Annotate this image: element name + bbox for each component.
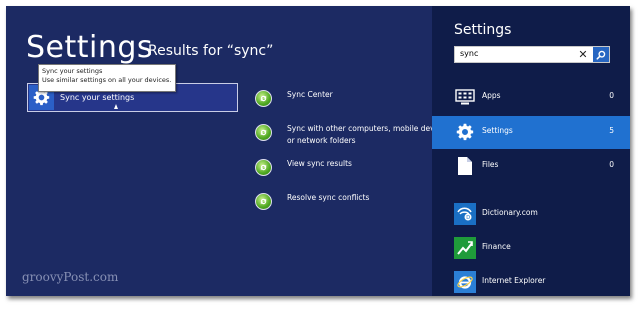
page-title: Settings: [26, 30, 154, 65]
sync-result-label: Resolve sync conflicts: [287, 193, 370, 202]
apps-icon: [454, 86, 476, 108]
app-label: Internet Explorer: [482, 276, 546, 285]
result-sync-center[interactable]: Sync Center: [255, 90, 333, 107]
app-dictionary[interactable]: D Dictionary.com: [432, 198, 630, 231]
category-apps[interactable]: Apps 0: [432, 81, 630, 114]
category-settings[interactable]: Settings 5: [432, 116, 630, 149]
finance-icon: [454, 237, 476, 259]
tooltip: Sync your settings Use similar settings …: [38, 64, 176, 92]
dictionary-icon: D: [454, 203, 476, 225]
category-files[interactable]: Files 0: [432, 150, 630, 183]
tooltip-title: Sync your settings: [42, 67, 103, 75]
sync-result-label: View sync results: [287, 159, 352, 168]
result-view-sync-results[interactable]: View sync results: [255, 159, 352, 176]
search-charm-pane: Settings sync ✕ Apps 0 Settings 5 Files …: [432, 6, 630, 296]
app-label: Finance: [482, 242, 511, 251]
gear-icon: [454, 121, 476, 143]
search-input-value[interactable]: sync: [460, 49, 478, 58]
watermark: groovyPost.com: [22, 270, 119, 284]
sync-result-label: Sync Center: [287, 90, 333, 99]
internet-explorer-icon: [454, 271, 476, 293]
sync-icon: [255, 159, 272, 176]
category-label: Settings: [482, 126, 513, 135]
close-icon[interactable]: ✕: [576, 48, 590, 62]
tooltip-description: Use similar settings on all your devices…: [42, 76, 172, 84]
category-label: Files: [482, 160, 499, 169]
search-input[interactable]: sync ✕: [454, 46, 610, 63]
result-label: Sync your settings: [60, 93, 135, 102]
sync-result-label: Sync with other computers, mobile devi o…: [287, 124, 437, 145]
file-icon: [454, 155, 476, 177]
result-sync-with-other-computers[interactable]: Sync with other computers, mobile devi o…: [255, 124, 437, 147]
sync-icon: [255, 193, 272, 210]
category-count: 5: [609, 126, 614, 135]
category-count: 0: [609, 160, 614, 169]
category-label: Apps: [482, 91, 501, 100]
sync-icon: [255, 90, 272, 107]
sync-icon: [255, 124, 272, 141]
app-label: Dictionary.com: [482, 208, 538, 217]
charm-title: Settings: [454, 22, 512, 38]
search-icon[interactable]: [593, 47, 609, 62]
app-finance[interactable]: Finance: [432, 232, 630, 265]
app-internet-explorer[interactable]: Internet Explorer: [432, 266, 630, 296]
results-for-label: Results for “sync”: [148, 43, 274, 59]
result-resolve-sync-conflicts[interactable]: Resolve sync conflicts: [255, 193, 369, 210]
svg-text:D: D: [466, 215, 470, 221]
search-screen: Settings Results for “sync” Sync your se…: [6, 6, 630, 296]
mouse-cursor-icon: [114, 104, 118, 109]
category-count: 0: [609, 91, 614, 100]
